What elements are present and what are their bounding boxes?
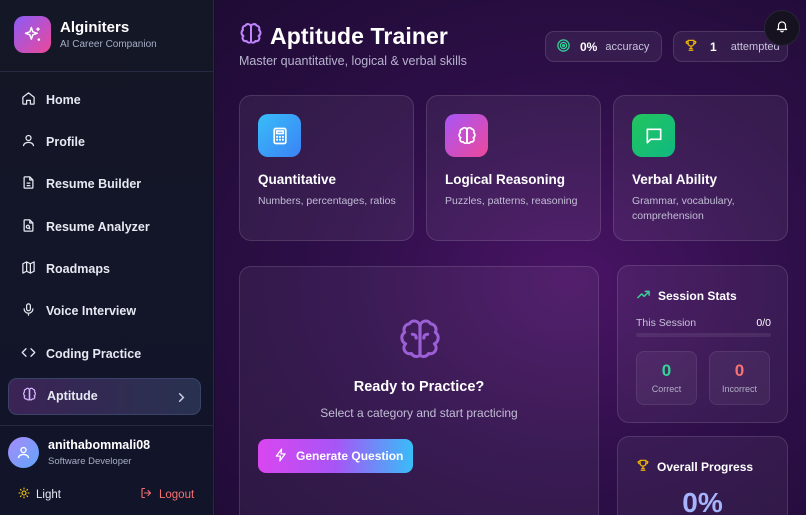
trophy-icon [636,458,650,475]
theme-toggle-button[interactable]: Light [18,487,61,502]
trophy-icon [684,38,698,55]
category-title: Verbal Ability [632,172,718,187]
user-profile[interactable]: anithabommali08 Software Developer [8,437,150,468]
generate-question-label: Generate Question [296,449,404,463]
correct-value: 0 [661,361,672,380]
overall-progress-card: Overall Progress 0% [617,436,788,515]
brain-icon [445,114,488,157]
sidebar-item-aptitude[interactable]: Aptitude [8,377,201,415]
target-icon [556,38,571,56]
brain-icon [22,387,37,405]
attempted-value: 1 [710,39,717,54]
category-description: Puzzles, patterns, reasoning [445,195,578,207]
map-icon [21,260,36,278]
chevron-right-icon [174,390,186,402]
sidebar-item-voice-interview[interactable]: Voice Interview [8,293,201,330]
page-title: Aptitude Trainer [270,23,448,49]
session-stats-title: Session Stats [658,289,737,303]
category-card-logical-reasoning[interactable]: Logical Reasoning Puzzles, patterns, rea… [426,95,601,241]
category-card-verbal-ability[interactable]: Verbal Ability Grammar, vocabulary, comp… [613,95,788,241]
incorrect-value: 0 [734,361,745,380]
sidebar-item-label: Coding Practice [46,346,142,361]
overall-progress-title: Overall Progress [657,459,754,474]
sidebar-item-resume-analyzer[interactable]: Resume Analyzer [8,208,201,245]
sun-icon [18,487,30,502]
sidebar-item-label: Resume Analyzer [46,219,150,234]
sidebar-item-label: Home [46,92,81,107]
accuracy-badge: 0% accuracy [545,31,662,62]
sidebar-item-label: Voice Interview [46,304,137,319]
sidebar-item-label: Roadmaps [46,262,110,277]
sidebar-item-roadmaps[interactable]: Roadmaps [8,251,201,288]
bell-icon [775,19,789,38]
trending-up-icon [636,287,651,305]
avatar [8,437,39,468]
practice-title: Ready to Practice? [353,379,485,395]
session-label: This Session [636,317,697,329]
page-subtitle: Master quantitative, logical & verbal sk… [239,54,467,68]
session-progress-bar [636,333,771,337]
category-title: Logical Reasoning [445,172,566,187]
sparkles-icon [14,16,51,53]
sidebar-nav: Home Profile Resume Builder Resume Analy… [8,81,201,420]
category-title: Quantitative [258,172,337,187]
session-stats-card: Session Stats This Session 0/0 0 Correct… [617,265,788,423]
practice-subtitle: Select a category and start practicing [320,406,518,420]
user-icon [21,133,36,151]
mic-icon [21,302,36,320]
sidebar-item-resume-builder[interactable]: Resume Builder [8,166,201,203]
brand[interactable]: Alginiters AI Career Companion [14,16,157,53]
overall-progress-value: 0% [682,487,723,515]
divider [0,71,213,72]
incorrect-stat: 0 Incorrect [709,351,770,405]
logout-button[interactable]: Logout [140,487,194,502]
user-role: Software Developer [48,455,132,467]
message-icon [632,114,675,157]
sidebar-item-label: Profile [46,134,85,149]
sidebar-item-home[interactable]: Home [8,81,201,118]
sidebar-item-profile[interactable]: Profile [8,123,201,160]
user-name: anithabommali08 [48,437,151,452]
generate-question-button[interactable]: Generate Question [258,439,413,473]
sidebar: Alginiters AI Career Companion Home Prof… [0,0,214,515]
theme-label: Light [36,488,61,501]
accuracy-label: accuracy [605,40,650,53]
session-value: 0/0 [756,317,771,329]
main-content: Aptitude Trainer Master quantitative, lo… [215,0,806,515]
category-description: Grammar, vocabulary, comprehension [632,195,735,222]
brain-icon [397,317,443,368]
accuracy-value: 0% [580,39,598,54]
zap-icon [274,448,288,465]
session-row: This Session 0/0 [636,317,771,329]
brand-name: Alginiters [60,18,130,36]
logout-label: Logout [159,488,195,501]
sidebar-item-label: Aptitude [47,389,98,404]
practice-panel: Ready to Practice? Select a category and… [239,266,599,515]
file-search-icon [21,218,36,236]
correct-stat: 0 Correct [636,351,697,405]
notifications-button[interactable] [764,10,800,46]
sidebar-item-label: Resume Builder [46,177,142,192]
page-header: Aptitude Trainer [239,22,448,51]
category-card-quantitative[interactable]: Quantitative Numbers, percentages, ratio… [239,95,414,241]
logout-icon [140,487,152,502]
correct-label: Correct [651,384,682,394]
calculator-icon [258,114,301,157]
file-icon [21,175,36,193]
home-icon [21,91,36,109]
category-description: Numbers, percentages, ratios [258,195,396,207]
sidebar-item-coding-practice[interactable]: Coding Practice [8,335,201,372]
brain-icon [239,22,263,51]
code-icon [21,345,36,363]
brand-tagline: AI Career Companion [60,38,157,50]
incorrect-label: Incorrect [721,384,757,394]
divider [0,425,213,426]
